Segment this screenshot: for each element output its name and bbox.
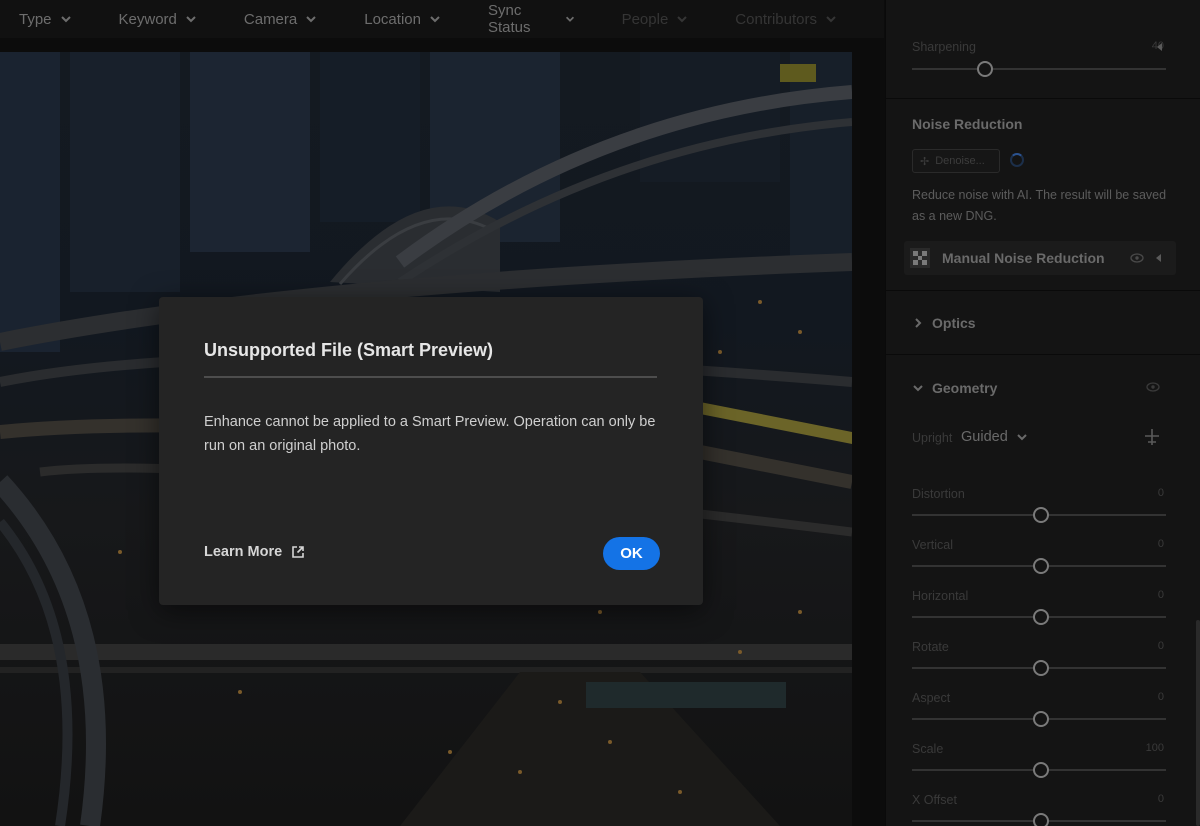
filter-people: People bbox=[622, 11, 690, 28]
sharpening-label: Sharpening bbox=[912, 40, 976, 54]
crosshair-icon[interactable] bbox=[1142, 427, 1162, 447]
chevron-down-icon bbox=[60, 16, 71, 23]
eye-icon[interactable] bbox=[1146, 382, 1160, 392]
vertical-label: Vertical bbox=[912, 538, 953, 552]
optics-title: Optics bbox=[932, 315, 976, 331]
rotate-value: 0 bbox=[1157, 640, 1164, 652]
distortion-label: Distortion bbox=[912, 487, 965, 501]
scale-slider-thumb[interactable] bbox=[1033, 762, 1049, 778]
filter-label: Type bbox=[19, 10, 52, 28]
x-offset-label: X Offset bbox=[912, 793, 957, 807]
section-divider bbox=[886, 290, 1200, 291]
chevron-down-icon bbox=[306, 16, 316, 23]
distortion-value: 0 bbox=[1157, 487, 1164, 499]
chevron-down-icon bbox=[1017, 434, 1027, 441]
chevron-down-icon bbox=[186, 16, 196, 23]
filter-keyword[interactable]: Keyword bbox=[119, 11, 198, 28]
distortion-slider[interactable] bbox=[912, 507, 1166, 523]
sharpening-slider[interactable] bbox=[912, 61, 1166, 77]
expand-arrow-icon[interactable] bbox=[1156, 254, 1161, 262]
aspect-slider-thumb[interactable] bbox=[1033, 711, 1049, 727]
vertical-value: 0 bbox=[1157, 538, 1164, 550]
geometry-section-header[interactable]: Geometry bbox=[912, 380, 997, 396]
filter-type[interactable]: Type bbox=[19, 11, 73, 28]
unsupported-file-dialog: Unsupported File (Smart Preview) Enhance… bbox=[159, 297, 703, 605]
external-link-icon bbox=[292, 546, 304, 558]
optics-section-header[interactable]: Optics bbox=[912, 315, 976, 331]
aspect-value: 0 bbox=[1157, 691, 1164, 703]
horizontal-value: 0 bbox=[1157, 589, 1164, 601]
filter-camera[interactable]: Camera bbox=[244, 11, 318, 28]
chevron-down-icon bbox=[565, 16, 574, 22]
learn-more-link[interactable]: Learn More bbox=[204, 544, 305, 560]
vertical-slider[interactable] bbox=[912, 558, 1166, 574]
filter-bar: Type Keyword Camera Location Sync Status… bbox=[0, 0, 884, 38]
filter-label: Contributors bbox=[735, 10, 817, 28]
horizontal-label: Horizontal bbox=[912, 589, 969, 603]
vertical-slider-thumb[interactable] bbox=[1033, 558, 1049, 574]
dialog-divider bbox=[204, 376, 657, 378]
denoise-button: ✢ Denoise... bbox=[912, 149, 1000, 173]
distortion-slider-thumb[interactable] bbox=[1033, 507, 1049, 523]
upright-value: Guided bbox=[961, 429, 1008, 445]
geometry-title: Geometry bbox=[932, 380, 998, 396]
scale-value: 100 bbox=[1145, 742, 1164, 754]
chevron-down-icon bbox=[826, 16, 836, 23]
x-offset-slider-thumb[interactable] bbox=[1033, 813, 1049, 826]
rotate-slider[interactable] bbox=[912, 660, 1166, 676]
caret-down-icon bbox=[913, 385, 923, 392]
chevron-down-icon bbox=[430, 16, 440, 23]
rotate-label: Rotate bbox=[912, 640, 949, 654]
edit-panel: Sharpening 40 Noise Reduction ✢ Denoise.… bbox=[885, 0, 1200, 826]
filter-location[interactable]: Location bbox=[364, 11, 442, 28]
noise-reduction-description: Reduce noise with AI. The result will be… bbox=[912, 188, 1167, 223]
reset-arrow-icon[interactable] bbox=[1157, 43, 1162, 51]
filter-label: Keyword bbox=[118, 10, 177, 28]
loading-spinner-icon bbox=[1010, 153, 1024, 167]
aspect-label: Aspect bbox=[912, 691, 951, 705]
dialog-message: Enhance cannot be applied to a Smart Pre… bbox=[204, 414, 656, 454]
section-divider bbox=[886, 98, 1200, 99]
learn-more-label: Learn More bbox=[204, 544, 283, 560]
scale-label: Scale bbox=[912, 742, 944, 756]
denoise-button-label: Denoise... bbox=[935, 155, 985, 167]
eye-icon[interactable] bbox=[1130, 253, 1144, 263]
sharpening-slider-thumb[interactable] bbox=[977, 61, 993, 77]
panel-scrollbar[interactable] bbox=[1196, 620, 1200, 826]
upright-dropdown[interactable]: Guided bbox=[961, 429, 1029, 445]
filter-label: Sync Status bbox=[487, 2, 531, 36]
filter-sync-status[interactable]: Sync Status bbox=[488, 2, 576, 36]
dialog-title: Unsupported File (Smart Preview) bbox=[204, 340, 494, 360]
ok-button[interactable]: OK bbox=[603, 537, 660, 570]
filter-label: Camera bbox=[243, 10, 298, 28]
scale-slider[interactable] bbox=[912, 762, 1166, 778]
filter-contributors: Contributors bbox=[735, 11, 838, 28]
x-offset-value: 0 bbox=[1157, 793, 1164, 805]
noise-reduction-title: Noise Reduction bbox=[912, 116, 1023, 132]
checkerboard-icon bbox=[910, 248, 930, 268]
section-divider bbox=[886, 354, 1200, 355]
x-offset-slider[interactable] bbox=[912, 813, 1166, 826]
filter-label: Location bbox=[364, 10, 421, 28]
upright-label: Upright bbox=[912, 431, 953, 445]
filter-label: People bbox=[621, 10, 669, 28]
caret-right-icon bbox=[915, 318, 922, 328]
horizontal-slider[interactable] bbox=[912, 609, 1166, 625]
manual-noise-reduction-label: Manual Noise Reduction bbox=[942, 250, 1105, 266]
chevron-down-icon bbox=[677, 16, 688, 23]
rotate-slider-thumb[interactable] bbox=[1033, 660, 1049, 676]
horizontal-slider-thumb[interactable] bbox=[1033, 609, 1049, 625]
aspect-slider[interactable] bbox=[912, 711, 1166, 727]
sparkle-icon: ✢ bbox=[920, 155, 930, 168]
